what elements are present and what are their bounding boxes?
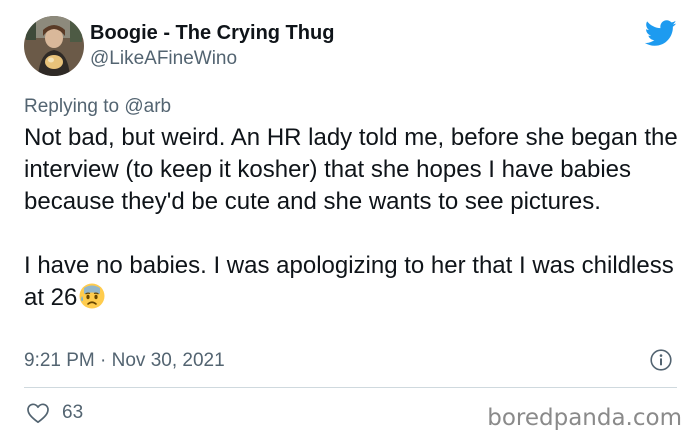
tweet-paragraph-last: I have no babies. I was apologizing to h…	[24, 250, 684, 314]
user-block: Boogie - The Crying Thug @LikeAFineWino	[90, 21, 334, 71]
tweet-timestamp[interactable]: 9:21 PM · Nov 30, 2021	[24, 349, 225, 373]
tweet-paragraph: Not bad, but weird. An HR lady told me, …	[24, 124, 678, 215]
reply-prefix: Replying to	[24, 96, 120, 117]
divider	[24, 387, 677, 388]
like-count: 63	[62, 402, 84, 423]
tweet-text: Not bad, but weird. An HR lady told me, …	[24, 122, 684, 314]
twitter-bird-icon[interactable]	[644, 20, 677, 47]
tweet-card: Boogie - The Crying Thug @LikeAFineWino …	[0, 0, 700, 441]
tweet-header: Boogie - The Crying Thug @LikeAFineWino	[24, 16, 334, 76]
heart-icon[interactable]	[26, 402, 50, 424]
tweet-paragraph-text: I have no babies. I was apologizing to h…	[24, 252, 674, 311]
info-icon[interactable]	[650, 349, 672, 371]
reply-context: Replying to @arb	[24, 94, 171, 120]
watermark: boredpanda.com	[487, 405, 682, 431]
avatar[interactable]	[24, 16, 84, 76]
anxious-face-with-sweat-emoji	[78, 282, 106, 310]
author-display-name[interactable]: Boogie - The Crying Thug	[90, 21, 334, 45]
reply-mention-link[interactable]: @arb	[124, 96, 171, 117]
author-handle[interactable]: @LikeAFineWino	[90, 47, 334, 71]
